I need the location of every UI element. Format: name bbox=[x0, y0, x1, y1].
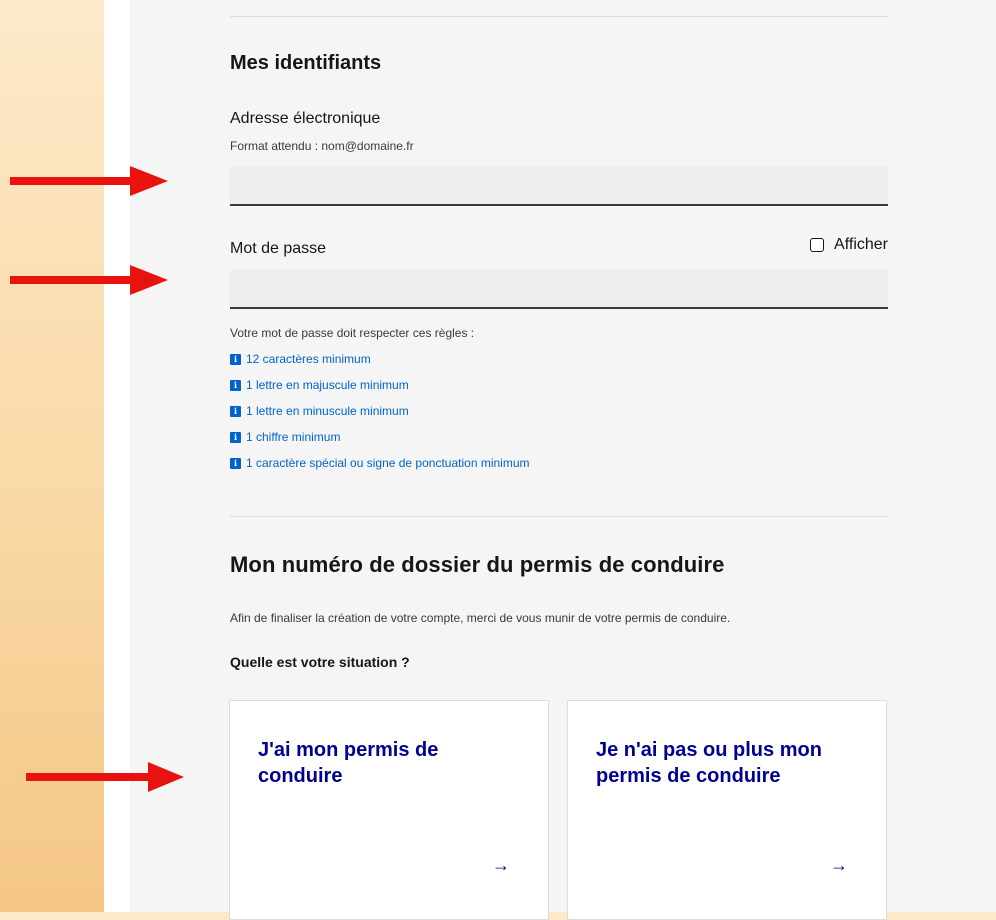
password-rule: i 1 chiffre minimum bbox=[230, 430, 340, 444]
annotation-arrow-icon bbox=[10, 265, 168, 295]
tile-has-license[interactable]: J'ai mon permis de conduire → bbox=[229, 700, 549, 920]
password-rule: i 1 caractère spécial ou signe de ponctu… bbox=[230, 456, 530, 470]
show-password-label: Afficher bbox=[834, 236, 888, 253]
section-divider bbox=[230, 516, 888, 517]
password-rule-text: 1 lettre en majuscule minimum bbox=[246, 378, 409, 392]
situation-question: Quelle est votre situation ? bbox=[230, 654, 410, 670]
arrow-right-icon: → bbox=[492, 855, 510, 875]
password-rule: i 12 caractères minimum bbox=[230, 352, 371, 366]
password-field[interactable] bbox=[230, 269, 888, 309]
info-icon: i bbox=[230, 405, 241, 417]
license-intro: Afin de finaliser la création de votre c… bbox=[230, 611, 731, 625]
tile-title: J'ai mon permis de conduire bbox=[258, 739, 439, 787]
password-label: Mot de passe bbox=[230, 240, 327, 257]
password-rule-text: 1 lettre en minuscule minimum bbox=[246, 404, 409, 418]
show-password-toggle[interactable]: Afficher bbox=[810, 236, 888, 254]
email-hint: Format attendu : nom@domaine.fr bbox=[230, 139, 414, 153]
info-icon: i bbox=[230, 353, 241, 365]
show-password-checkbox[interactable] bbox=[810, 238, 825, 252]
password-rule-text: 1 chiffre minimum bbox=[246, 430, 341, 444]
annotation-arrow-icon bbox=[26, 762, 184, 792]
password-rule: i 1 lettre en minuscule minimum bbox=[230, 404, 409, 418]
email-field[interactable] bbox=[230, 166, 888, 206]
credentials-title: Mes identifiants bbox=[230, 52, 382, 74]
top-divider bbox=[230, 16, 888, 17]
tile-title: Je n'ai pas ou plus mon permis de condui… bbox=[596, 739, 822, 787]
info-icon: i bbox=[230, 431, 241, 443]
tile-no-license[interactable]: Je n'ai pas ou plus mon permis de condui… bbox=[567, 700, 887, 920]
info-icon: i bbox=[230, 457, 241, 469]
arrow-right-icon: → bbox=[830, 855, 848, 875]
password-rule-text: 1 caractère spécial ou signe de ponctuat… bbox=[246, 456, 530, 470]
info-icon: i bbox=[230, 379, 241, 391]
password-rule: i 1 lettre en majuscule minimum bbox=[230, 378, 409, 392]
password-rules-intro: Votre mot de passe doit respecter ces rè… bbox=[230, 326, 475, 340]
email-label: Adresse électronique bbox=[230, 110, 381, 127]
license-title: Mon numéro de dossier du permis de condu… bbox=[230, 552, 725, 577]
password-rule-text: 12 caractères minimum bbox=[246, 352, 371, 366]
annotation-arrow-icon bbox=[10, 166, 168, 196]
